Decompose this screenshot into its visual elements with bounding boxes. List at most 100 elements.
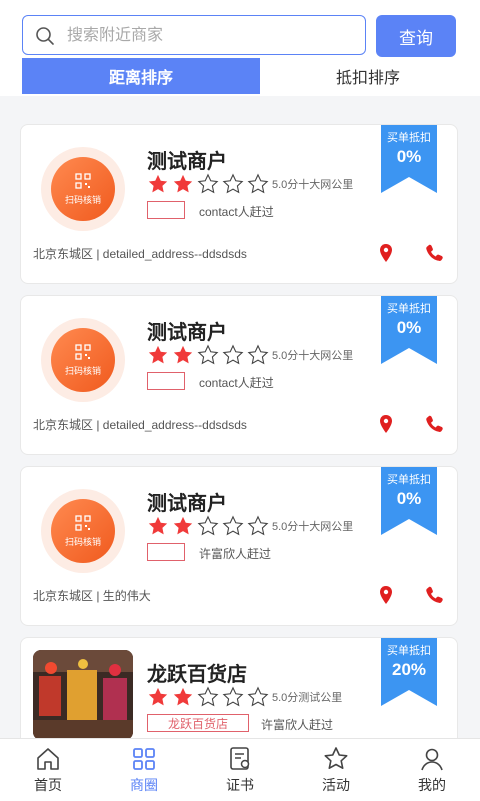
query-button[interactable]: 查询: [376, 15, 456, 57]
distance-text: 测试公里: [298, 692, 343, 704]
star-empty-icon: [197, 686, 219, 707]
tab-distance-sort[interactable]: 距离排序: [22, 58, 260, 94]
nav-business-circle[interactable]: 商圈: [96, 739, 192, 801]
star-filled-icon: [173, 174, 193, 193]
qr-code-icon: [75, 514, 91, 531]
nav-label: 证书: [226, 777, 254, 793]
star-filled-icon: [148, 516, 168, 535]
logo-text: 扫码核销: [64, 194, 101, 205]
user-icon: [421, 748, 443, 771]
merchant-card[interactable]: 扫码核销 测试商户 5.0分 十大网公里 contact人赶过 北京东城区 | …: [20, 124, 458, 284]
ribbon-value: 20%: [391, 660, 427, 679]
merchant-logo: 扫码核销: [41, 489, 125, 573]
score-text: 5.0分: [272, 692, 299, 704]
phone-icon[interactable]: [425, 585, 445, 605]
address-text: 北京东城区 | detailed_address--ddsdsds: [33, 418, 247, 432]
star-empty-icon: [222, 344, 244, 365]
search-box[interactable]: [22, 15, 366, 55]
star-filled-icon: [148, 345, 168, 364]
top-bar: 查询 距离排序 抵扣排序: [0, 0, 480, 96]
nav-label: 商圈: [130, 777, 158, 793]
nav-activity[interactable]: 活动: [288, 739, 384, 801]
star-filled-icon: [148, 687, 168, 706]
ribbon-title: 买单抵扣: [387, 132, 431, 144]
address-text: 北京东城区 | detailed_address--ddsdsds: [33, 247, 247, 261]
star-filled-icon: [173, 687, 193, 706]
score-text: 5.0分: [272, 521, 299, 533]
star-empty-icon: [247, 173, 269, 194]
discount-ribbon: 买单抵扣 0%: [381, 467, 437, 535]
qr-code-icon: [75, 172, 91, 189]
rating-stars: 5.0分 测试公里: [147, 686, 342, 708]
home-icon: [37, 748, 59, 770]
certificate-icon: [230, 747, 250, 770]
ribbon-title: 买单抵扣: [387, 645, 431, 657]
merchant-card[interactable]: 扫码核销 测试商户 5.0分 十大网公里 许富欣人赶过 北京东城区 | 生的伟大: [20, 466, 458, 626]
merchant-logo: 扫码核销: [41, 318, 125, 402]
search-input[interactable]: [65, 22, 359, 50]
star-empty-icon: [222, 515, 244, 536]
ribbon-title: 买单抵扣: [387, 303, 431, 315]
rating-stars: 5.0分 十大网公里: [147, 515, 353, 537]
discount-ribbon: 买单抵扣 0%: [381, 296, 437, 364]
location-pin-icon[interactable]: [377, 585, 395, 605]
contact-text: 许富欣人赶过: [261, 718, 334, 732]
star-filled-icon: [148, 174, 168, 193]
distance-text: 十大网公里: [298, 350, 354, 362]
tab-discount-sort[interactable]: 抵扣排序: [260, 58, 476, 94]
merchant-tag: [147, 201, 185, 219]
distance-text: 十大网公里: [298, 521, 354, 533]
nav-label: 活动: [322, 777, 350, 793]
discount-ribbon: 买单抵扣 0%: [381, 125, 437, 193]
merchant-logo: 扫码核销: [41, 147, 125, 231]
merchant-name: 测试商户: [147, 151, 227, 173]
qr-code-icon: [75, 343, 91, 360]
location-pin-icon[interactable]: [377, 414, 395, 434]
star-filled-icon: [173, 516, 193, 535]
contact-text: contact人赶过: [199, 376, 274, 390]
star-filled-icon: [173, 345, 193, 364]
score-text: 5.0分: [272, 350, 299, 362]
merchant-name: 龙跃百货店: [147, 664, 247, 686]
nav-home[interactable]: 首页: [0, 739, 96, 801]
star-icon: [324, 747, 348, 769]
rating-stars: 5.0分 十大网公里: [147, 344, 353, 366]
logo-text: 扫码核销: [64, 536, 101, 547]
score-text: 5.0分: [272, 179, 299, 191]
nav-label: 首页: [34, 777, 62, 793]
star-empty-icon: [247, 686, 269, 707]
distance-text: 十大网公里: [298, 179, 354, 191]
ribbon-value: 0%: [396, 147, 422, 166]
address-text: 北京东城区 | 生的伟大: [33, 589, 151, 603]
discount-ribbon: 买单抵扣 20%: [381, 638, 437, 706]
star-empty-icon: [222, 686, 244, 707]
merchant-tag: [147, 372, 185, 390]
merchant-photo: [33, 650, 133, 740]
star-empty-icon: [247, 515, 269, 536]
location-pin-icon[interactable]: [377, 243, 395, 263]
nav-label: 我的: [418, 777, 446, 793]
nav-mine[interactable]: 我的: [384, 739, 480, 801]
contact-text: contact人赶过: [199, 205, 274, 219]
star-empty-icon: [247, 344, 269, 365]
star-empty-icon: [197, 344, 219, 365]
merchant-name: 测试商户: [147, 493, 227, 515]
ribbon-value: 0%: [396, 318, 422, 337]
ribbon-title: 买单抵扣: [387, 474, 431, 486]
logo-text: 扫码核销: [64, 365, 101, 376]
merchant-tag: [147, 543, 185, 561]
contact-text: 许富欣人赶过: [199, 547, 272, 561]
bottom-nav: 首页 商圈 证书 活动 我的: [0, 738, 480, 801]
merchant-card[interactable]: 扫码核销 测试商户 5.0分 十大网公里 contact人赶过 北京东城区 | …: [20, 295, 458, 455]
rating-stars: 5.0分 十大网公里: [147, 173, 353, 195]
phone-icon[interactable]: [425, 414, 445, 434]
phone-icon[interactable]: [425, 243, 445, 263]
star-empty-icon: [222, 173, 244, 194]
grid-icon: [133, 748, 155, 770]
nav-certificate[interactable]: 证书: [192, 739, 288, 801]
search-icon: [36, 27, 54, 45]
star-empty-icon: [197, 173, 219, 194]
star-empty-icon: [197, 515, 219, 536]
ribbon-value: 0%: [396, 489, 422, 508]
merchant-name: 测试商户: [147, 322, 227, 344]
